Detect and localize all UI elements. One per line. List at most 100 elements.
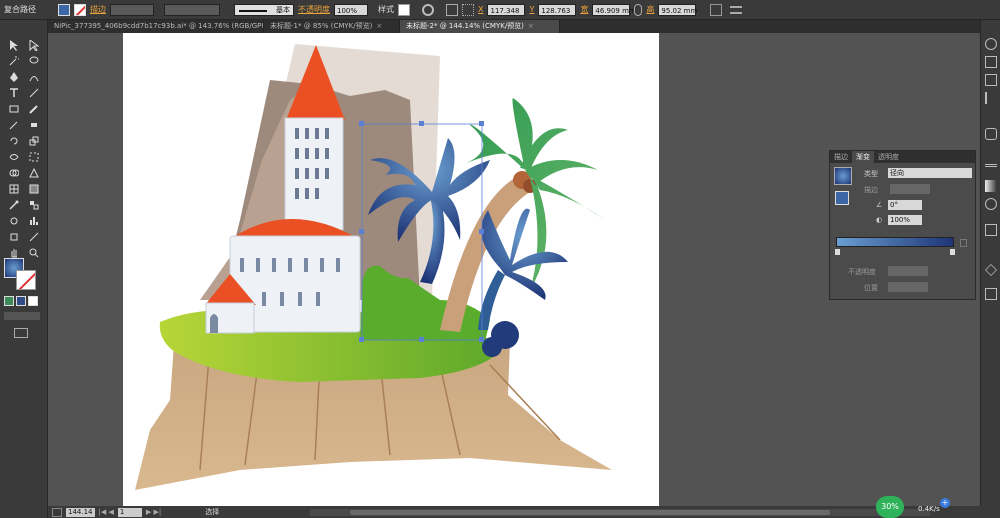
close-icon[interactable]: × [376, 22, 382, 30]
transform-icon[interactable] [462, 3, 474, 16]
position-label: 位置 [864, 284, 878, 292]
shape-builder-icon[interactable] [4, 166, 24, 180]
tab-transparency[interactable]: 透明度 [874, 151, 903, 163]
width-tool-icon[interactable] [4, 150, 24, 164]
opacity-label[interactable]: 不透明度 [298, 4, 330, 15]
fill-swatch[interactable] [58, 3, 70, 16]
lasso-icon[interactable] [24, 54, 44, 68]
eraser-tool-icon[interactable] [24, 118, 44, 132]
gradient-stop-right[interactable] [950, 249, 955, 255]
page-nav-next[interactable]: ▶ ▶| [146, 508, 161, 516]
horizontal-scrollbar[interactable] [310, 509, 930, 516]
angle-field[interactable]: 0° [888, 200, 922, 210]
gradient-mode-icon[interactable] [16, 296, 26, 306]
appearance-icon[interactable] [985, 224, 997, 236]
direct-selection-tool-icon[interactable] [24, 38, 44, 52]
tab-label: 未标题-1* @ 85% (CMYK/预览) [270, 22, 373, 30]
artboards-icon[interactable] [985, 288, 997, 300]
pen-tool-icon[interactable] [4, 70, 24, 84]
gradient-thumbnail[interactable] [834, 167, 852, 185]
perspective-grid-icon[interactable] [24, 166, 44, 180]
recolor-icon[interactable] [422, 3, 434, 16]
variable-width-field[interactable] [164, 3, 220, 16]
gradient-slider[interactable] [836, 237, 954, 247]
close-icon[interactable]: × [528, 22, 534, 30]
gradient-stop-left[interactable] [835, 249, 840, 255]
artboard-canvas[interactable] [123, 33, 659, 511]
curvature-tool-icon[interactable] [24, 70, 44, 84]
symbol-sprayer-icon[interactable] [4, 214, 24, 228]
page-nav[interactable]: |◀ ◀ [99, 508, 114, 516]
width-field[interactable]: 46.909 mm [592, 3, 636, 16]
stroke-icon[interactable] [985, 164, 997, 176]
rectangle-tool-icon[interactable] [4, 102, 24, 116]
delete-stop-icon[interactable] [960, 239, 967, 247]
align-icon[interactable] [446, 3, 458, 16]
line-tool-icon[interactable] [24, 86, 44, 100]
aspect-field[interactable]: 100% [888, 215, 922, 225]
opacity-field[interactable]: 100% [334, 3, 368, 16]
zoom-dropdown[interactable] [52, 507, 62, 517]
page-field[interactable]: 1 [117, 507, 142, 517]
tab-gradient[interactable]: 渐变 [852, 151, 874, 163]
position-field[interactable] [888, 282, 928, 292]
transform-options-icon[interactable] [710, 3, 723, 16]
blend-tool-icon[interactable] [24, 198, 44, 212]
screen-mode-button[interactable] [14, 328, 28, 338]
x-label[interactable]: X [478, 5, 483, 14]
symbols-icon[interactable] [985, 128, 997, 140]
magic-wand-icon[interactable] [4, 54, 24, 68]
gradient-tool-icon[interactable] [24, 182, 44, 196]
fill-stroke-swatches[interactable] [4, 258, 40, 292]
mesh-tool-icon[interactable] [4, 182, 24, 196]
brush-tool-icon[interactable] [24, 102, 44, 116]
none-mode-icon[interactable] [28, 296, 38, 306]
tab-stroke[interactable]: 描边 [830, 151, 852, 163]
type-select[interactable]: 径向 [888, 168, 972, 178]
color-panel-icon[interactable] [985, 38, 997, 50]
brush-definition-field[interactable]: 基本 [234, 3, 294, 16]
slice-tool-icon[interactable] [24, 230, 44, 244]
stroke-swatch-large[interactable] [16, 270, 36, 290]
w-label[interactable]: 宽 [580, 4, 588, 15]
rotate-tool-icon[interactable] [4, 134, 24, 148]
color-mode-icon[interactable] [4, 296, 14, 306]
doc-tab-3[interactable]: 未标题-2* @ 144.14% (CMYK/预览) × [400, 20, 560, 33]
plus-icon[interactable]: + [940, 498, 950, 508]
draw-mode-buttons[interactable] [4, 312, 40, 320]
menu-icon[interactable] [730, 5, 743, 14]
stroke-options[interactable] [890, 184, 930, 194]
stroke-label[interactable]: 描边 [90, 4, 106, 15]
free-transform-icon[interactable] [24, 150, 44, 164]
swatches-icon[interactable] [985, 74, 997, 86]
layers-icon[interactable] [985, 264, 997, 276]
zoom-field[interactable]: 144.14 [66, 507, 95, 517]
scale-tool-icon[interactable] [24, 134, 44, 148]
style-swatch[interactable] [398, 3, 410, 16]
doc-tab-1[interactable]: NiPic_377395_406b9cdd7b17c93b.ai* @ 143.… [48, 20, 264, 33]
y-field[interactable]: 128.763 [538, 3, 577, 16]
selection-tool-icon[interactable] [4, 38, 24, 52]
artboard-tool-icon[interactable] [4, 230, 24, 244]
stroke-weight-field[interactable] [110, 3, 154, 16]
tab-label: 未标题-2* @ 144.14% (CMYK/预览) [406, 22, 524, 30]
fill-stroke-mini[interactable] [835, 191, 849, 205]
graph-tool-icon[interactable] [24, 214, 44, 228]
gradient-icon[interactable] [985, 180, 997, 192]
scrollbar-thumb[interactable] [350, 510, 830, 515]
x-field[interactable]: 117.348 [487, 3, 526, 16]
stroke-swatch[interactable] [74, 3, 86, 16]
transparency-icon[interactable] [985, 198, 997, 210]
tool-status[interactable]: 选择 [205, 507, 219, 517]
h-label[interactable]: 高 [646, 4, 654, 15]
y-label[interactable]: Y [529, 5, 534, 14]
brushes-icon[interactable] [985, 92, 997, 104]
link-icon[interactable] [634, 3, 643, 16]
pencil-tool-icon[interactable] [4, 118, 24, 132]
type-tool-icon[interactable] [4, 86, 24, 100]
doc-tab-2[interactable]: 未标题-1* @ 85% (CMYK/预览) × [264, 20, 400, 33]
opacity-field[interactable] [888, 266, 928, 276]
eyedropper-icon[interactable] [4, 198, 24, 212]
color-guide-icon[interactable] [985, 56, 997, 68]
height-field[interactable]: 95.02 mm [658, 3, 697, 16]
